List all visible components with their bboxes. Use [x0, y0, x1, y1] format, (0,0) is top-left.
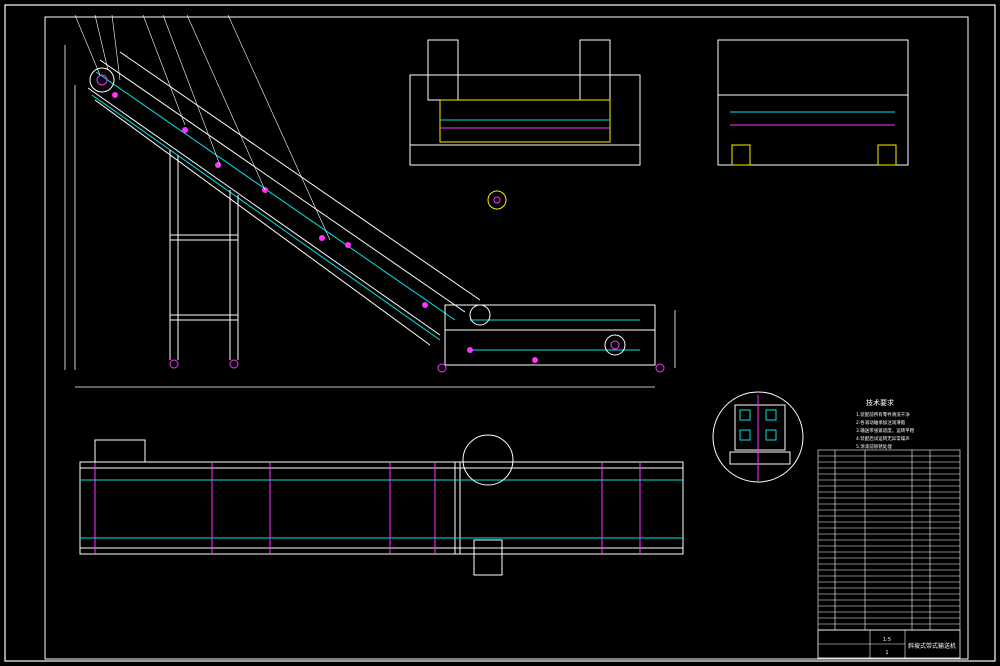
tech-req-line: 1.装配前所有零件清洗干净: [856, 411, 910, 418]
technical-requirements: 技术要求 1.装配前所有零件清洗干净 2.各滚动轴承加注润滑脂 3.输送带张紧适…: [856, 398, 915, 450]
side-elevation-view: [64, 14, 676, 388]
tech-req-title: 技术要求: [866, 398, 894, 407]
parts-list-table: [817, 449, 961, 631]
tech-req-line: 2.各滚动轴承加注润滑脂: [856, 419, 906, 426]
tech-req-line: 4.装配后试运转无异常噪声: [856, 435, 910, 442]
title-block: 斜坡式带式输送机 1:5 1: [817, 629, 961, 659]
cad-drawing-canvas: 技术要求 1.装配前所有零件清洗干净 2.各滚动轴承加注润滑脂 3.输送带张紧适…: [4, 4, 996, 662]
tech-req-line: 3.输送带张紧适度，运转平稳: [856, 427, 915, 434]
plan-view: [79, 434, 684, 576]
drawing-sheet: 1: [885, 650, 888, 656]
front-view: [409, 39, 641, 210]
tech-req-line: 5.涂漆前除锈处理: [856, 443, 892, 450]
end-view: [717, 39, 909, 166]
sheet-frame: [4, 4, 996, 662]
drawing-scale: 1:5: [883, 637, 891, 643]
drawing-name: 斜坡式带式输送机: [908, 642, 956, 650]
detail-view: [712, 391, 804, 483]
